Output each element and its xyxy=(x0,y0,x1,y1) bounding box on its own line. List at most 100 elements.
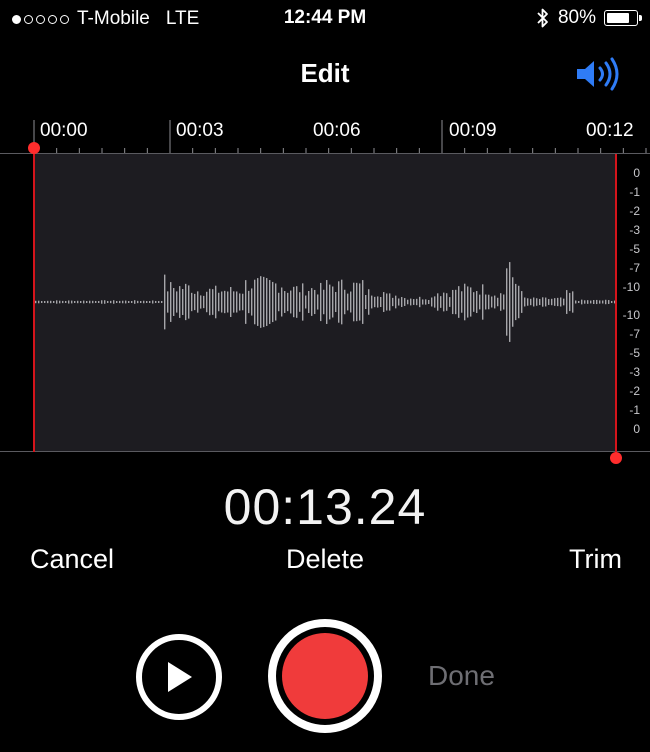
waveform-bar xyxy=(368,289,370,315)
waveform-bar xyxy=(272,281,274,323)
waveform-bar xyxy=(269,280,271,324)
waveform-bar xyxy=(185,283,187,321)
waveform-bar xyxy=(125,300,127,304)
decibel-label: -5 xyxy=(629,242,640,256)
timeline-label: 00:03 xyxy=(176,120,224,141)
waveform-bar xyxy=(305,295,307,309)
delete-label[interactable]: Delete xyxy=(286,544,364,574)
waveform-bar xyxy=(323,289,325,315)
waveform-bar xyxy=(71,300,73,304)
waveform-bar xyxy=(593,299,595,305)
waveform-bar xyxy=(131,301,133,303)
waveform-bar xyxy=(251,288,253,316)
waveform-bar xyxy=(188,285,190,319)
waveform-bar xyxy=(254,279,256,325)
waveform-bar xyxy=(119,300,121,304)
trim-start-line[interactable] xyxy=(33,148,35,452)
decibel-label: -7 xyxy=(629,327,640,341)
waveform-bar xyxy=(329,284,331,320)
waveform-bar xyxy=(527,298,529,306)
waveform-area[interactable] xyxy=(34,154,616,452)
waveform-bar xyxy=(386,293,388,311)
waveform-bar xyxy=(101,300,103,304)
waveform-bar xyxy=(467,286,469,318)
waveform-bar xyxy=(59,300,61,304)
page-title: Edit xyxy=(300,58,350,88)
waveform-bar xyxy=(590,300,592,304)
decibel-label: 0 xyxy=(633,166,640,180)
speaker-volume-icon[interactable] xyxy=(574,56,622,92)
waveform-bar xyxy=(440,296,442,308)
trim-start-handle[interactable] xyxy=(28,142,40,154)
waveform-bar xyxy=(110,300,112,304)
status-bar: T-Mobile LTE 12:44 PM 80% xyxy=(0,0,650,38)
waveform-bar xyxy=(578,301,580,303)
waveform-bar xyxy=(416,298,418,306)
waveform-bar xyxy=(419,296,421,308)
waveform-bar xyxy=(74,301,76,303)
waveform-bar xyxy=(452,289,454,315)
waveform-bar xyxy=(377,296,379,308)
waveform-bar xyxy=(194,293,196,311)
play-button[interactable] xyxy=(136,634,222,720)
waveform-bar xyxy=(494,295,496,309)
decibel-label: -10 xyxy=(622,280,640,294)
waveform-bar xyxy=(161,301,163,303)
waveform-bar xyxy=(602,300,604,304)
waveform-bar xyxy=(338,281,340,323)
waveform-bar xyxy=(473,292,475,312)
waveform-bar xyxy=(518,285,520,319)
waveform-bar xyxy=(599,300,601,304)
waveform-bar xyxy=(68,300,70,304)
waveform-bar xyxy=(365,294,367,310)
waveform-bar xyxy=(521,291,523,313)
waveform-bar xyxy=(566,290,568,314)
done-button[interactable]: Done xyxy=(428,660,495,692)
waveform-bar xyxy=(572,291,574,313)
waveform-bar xyxy=(581,299,583,305)
waveform-bar xyxy=(458,286,460,318)
trim-end-line[interactable] xyxy=(615,154,617,458)
record-button[interactable] xyxy=(268,619,382,733)
waveform-bar xyxy=(431,297,433,307)
waveform-bar xyxy=(320,282,322,322)
waveform-bar xyxy=(341,279,343,325)
waveform-bar xyxy=(116,301,118,303)
waveform-bar xyxy=(224,290,226,314)
waveform-bar xyxy=(221,291,223,313)
waveform-bar xyxy=(344,289,346,315)
waveform-bar xyxy=(281,287,283,317)
waveform-bar xyxy=(152,300,154,304)
waveform-bar xyxy=(500,293,502,311)
trim-button[interactable]: Trim xyxy=(569,544,622,575)
waveform-bar xyxy=(404,298,406,306)
bluetooth-icon xyxy=(537,8,548,28)
waveform-bar xyxy=(128,301,130,303)
waveform-bar xyxy=(509,262,511,342)
waveform-bar xyxy=(533,297,535,307)
decibel-label: 0 xyxy=(633,422,640,436)
waveform-bar xyxy=(545,297,547,307)
waveform-bar xyxy=(389,293,391,311)
waveform-bar xyxy=(278,292,280,312)
waveform-bar xyxy=(218,292,220,312)
waveform-bar xyxy=(164,274,166,330)
waveform-bar xyxy=(260,276,262,328)
waveform-bar xyxy=(158,300,160,304)
waveform-bar xyxy=(359,283,361,321)
waveform-bar xyxy=(236,291,238,313)
waveform-bar xyxy=(485,294,487,310)
trim-end-handle[interactable] xyxy=(610,452,622,464)
waveform-bar xyxy=(371,295,373,309)
waveform-bar xyxy=(56,300,58,304)
waveform-bar xyxy=(608,300,610,304)
timeline-label: 00:09 xyxy=(449,120,497,141)
waveform-bar xyxy=(149,301,151,303)
waveform-bar xyxy=(203,295,205,309)
waveform-bar xyxy=(605,299,607,305)
waveform-bar xyxy=(326,280,328,324)
record-icon xyxy=(282,633,368,719)
waveform-bar xyxy=(266,278,268,326)
waveform-bar xyxy=(155,300,157,304)
decibel-label: -2 xyxy=(629,204,640,218)
